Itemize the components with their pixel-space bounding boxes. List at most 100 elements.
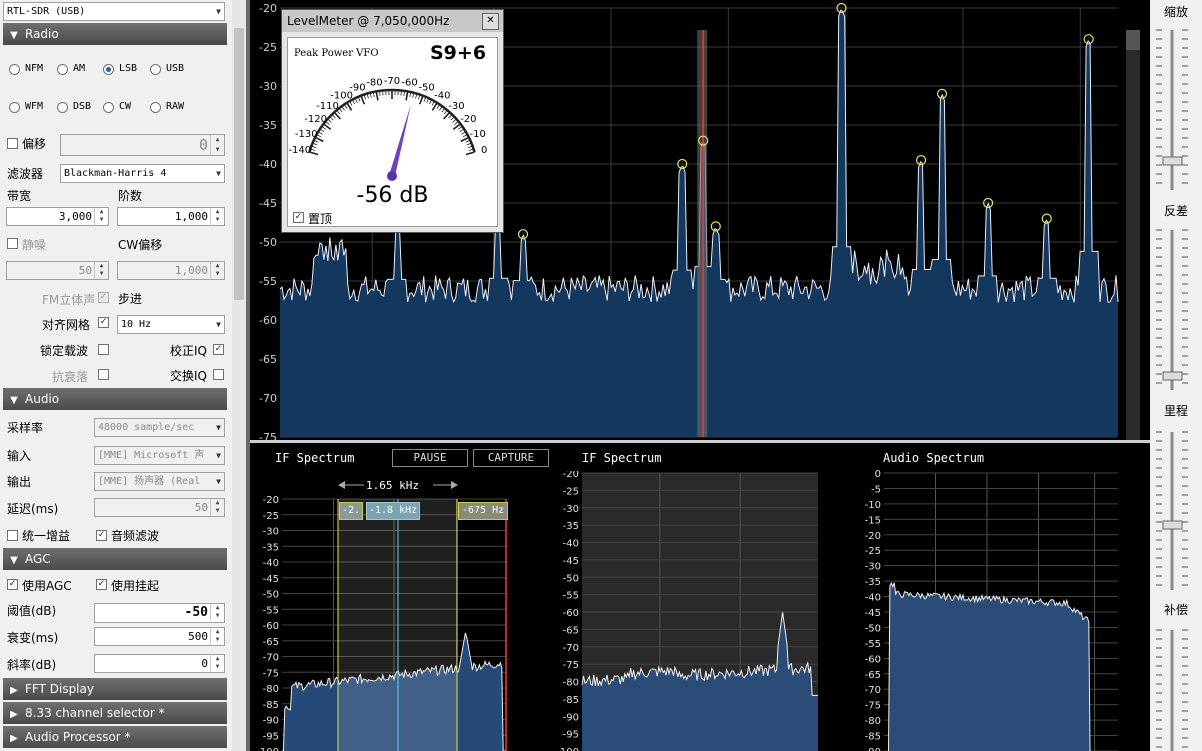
bandwidth-label: 带宽 — [7, 189, 32, 203]
squelch-label: 静噪 — [22, 238, 47, 252]
lock-carrier-checkbox[interactable] — [98, 344, 109, 355]
squelch-checkbox[interactable] — [7, 238, 18, 249]
spin-icon[interactable]: ▲ ▼ — [94, 208, 108, 225]
dial-tick — [329, 116, 334, 121]
dial-tick — [327, 118, 332, 123]
mode-raw-label: RAW — [166, 101, 185, 112]
unity-gain-checkbox[interactable] — [7, 530, 18, 541]
bandwidth-input[interactable]: 3,000 ▲ ▼ — [6, 207, 109, 226]
shift-value: 0 — [198, 136, 208, 154]
level-meter-window[interactable]: LevelMeter @ 7,050,000Hz ✕ Peak Power VF… — [281, 9, 504, 233]
spin-icon[interactable]: ▲ ▼ — [94, 262, 108, 279]
use-hang-checkbox[interactable]: ✓ — [96, 579, 107, 590]
y-tick-label: -60 — [865, 654, 881, 665]
left-control-panel: RTL-SDR (USB) ▼ ▼ Radio NFM AM LSB USB WFM… — [0, 0, 232, 751]
slope-input[interactable]: 0 ▲ ▼ — [94, 654, 225, 673]
step-select[interactable]: 10 Hz ▼ — [117, 315, 225, 334]
cw-shift-value: 1,000 — [174, 264, 208, 277]
pause-button[interactable]: PAUSE — [392, 449, 468, 467]
collapse-icon: ▼ — [10, 30, 18, 41]
squelch-input[interactable]: 50 ▲ ▼ — [6, 261, 109, 280]
correct-iq-checkbox[interactable]: ✓ — [213, 344, 224, 355]
marker-b-label[interactable]: -1.8 kHz — [366, 502, 421, 520]
lock-carrier-label: 锁定载波 — [40, 344, 89, 358]
snap-grid-checkbox[interactable]: ✓ — [98, 317, 109, 328]
samplerate-select[interactable]: 48000 sample/sec ▼ — [94, 418, 225, 437]
level-meter-titlebar[interactable]: LevelMeter @ 7,050,000Hz — [282, 10, 503, 32]
y-tick-label: -30 — [259, 80, 277, 93]
slider-tracks[interactable] — [1150, 0, 1202, 751]
dial-tick — [465, 151, 475, 156]
y-tick-label: -65 — [259, 353, 277, 366]
dial-scale-label: -120 — [304, 114, 327, 125]
section-833[interactable]: ▶ 8.33 channel selector * — [3, 702, 227, 724]
use-agc-label: 使用AGC — [22, 579, 72, 593]
mode-nfm-radio[interactable] — [9, 64, 20, 75]
decay-input[interactable]: 500 ▲ ▼ — [94, 627, 225, 646]
spin-icon[interactable]: ▲ ▼ — [210, 655, 224, 672]
dial-tick — [461, 131, 466, 135]
if-spectrum-chart-2[interactable]: -20 -25 -30 -35 -40 -45 -50 -55 -60 -65 -70 -75 -80 -… — [550, 471, 840, 751]
scrollbar-thumb[interactable] — [234, 28, 244, 300]
close-icon[interactable]: ✕ — [482, 13, 499, 30]
slope-label: 斜率(dB) — [7, 658, 57, 672]
dial-tick — [343, 104, 348, 109]
spin-icon[interactable]: ▲ ▼ — [210, 499, 224, 516]
spin-icon[interactable]: ▲ ▼ — [210, 262, 224, 279]
spin-icon[interactable]: ▲ ▼ — [210, 135, 224, 155]
mode-am-radio[interactable] — [57, 64, 68, 75]
filter-value: Blackman-Harris 4 — [64, 168, 167, 179]
anti-fading-checkbox[interactable] — [98, 369, 109, 380]
collapse-icon: ▼ — [10, 555, 18, 566]
marker-c-label[interactable]: -675 Hz — [458, 502, 509, 520]
mode-lsb-radio[interactable] — [103, 64, 114, 75]
dial-scale-label: -140 — [288, 145, 311, 156]
section-audioproc[interactable]: ▶ Audio Processor * — [3, 726, 227, 748]
y-tick-label: -40 — [259, 158, 277, 171]
input-label: 输入 — [7, 449, 32, 463]
section-fft[interactable]: ▶ FFT Display — [3, 678, 227, 700]
y-tick-label: -90 — [263, 716, 279, 727]
pin-checkbox[interactable]: ✓ — [293, 212, 304, 223]
dial-tick — [439, 106, 443, 111]
mode-cw-radio[interactable] — [103, 102, 114, 113]
filter-select[interactable]: Blackman-Harris 4 ▼ — [60, 164, 225, 183]
chevron-down-icon: ▼ — [216, 7, 221, 16]
mode-usb-radio[interactable] — [150, 64, 161, 75]
shift-checkbox[interactable] — [7, 138, 18, 149]
dial-tick — [460, 136, 470, 143]
spin-icon[interactable]: ▲ ▼ — [210, 628, 224, 645]
y-tick-label: -45 — [865, 608, 881, 619]
section-audio[interactable]: ▼ Audio — [3, 388, 227, 410]
spin-icon[interactable]: ▲ ▼ — [210, 604, 224, 621]
output-select[interactable]: [MME] 扬声器 (Real ▼ — [94, 472, 225, 491]
use-agc-checkbox[interactable]: ✓ — [7, 579, 18, 590]
capture-button[interactable]: CAPTURE — [473, 449, 549, 467]
y-tick-label: -70 — [563, 643, 579, 654]
input-select[interactable]: [MME] Microsoft 声 ▼ — [94, 446, 225, 465]
fm-stereo-checkbox[interactable]: ✓ — [98, 292, 109, 303]
fm-stereo-label: FM立体声 — [42, 293, 96, 307]
audio-filter-checkbox[interactable]: ✓ — [96, 530, 107, 541]
order-input[interactable]: 1,000 ▲ ▼ — [117, 207, 225, 226]
latency-input[interactable]: 50 ▲ ▼ — [94, 498, 225, 517]
audio-spectrum-chart[interactable]: 0 -5 -10 -15 -20 -25 -30 -35 -40 -45 -50 -55 -60 -65 -… — [850, 461, 1130, 751]
dial-tick — [400, 90, 402, 96]
cw-shift-input[interactable]: 1,000 ▲ ▼ — [117, 261, 225, 280]
shift-input[interactable]: 0 ▲ ▼ — [60, 134, 225, 156]
mode-raw-radio[interactable] — [150, 102, 161, 113]
latency-value: 50 — [194, 501, 208, 514]
mode-dsb-radio[interactable] — [57, 102, 68, 113]
mode-wfm-radio[interactable] — [9, 102, 20, 113]
dial-scale-label: -20 — [460, 114, 476, 125]
threshold-input[interactable]: -50 ▲ ▼ — [94, 603, 225, 623]
spin-icon[interactable]: ▲ ▼ — [210, 208, 224, 225]
section-agc-title: AGC — [25, 552, 51, 566]
dial-scale-label: -30 — [448, 101, 464, 112]
section-radio[interactable]: ▼ Radio — [3, 23, 227, 45]
device-select[interactable]: RTL-SDR (USB) ▼ — [3, 2, 225, 21]
panel-scrollbar[interactable]: ≡ — [232, 0, 476, 751]
section-agc[interactable]: ▼ AGC — [3, 548, 227, 570]
marker-a-label[interactable]: -2. — [339, 502, 364, 520]
swap-iq-checkbox[interactable] — [213, 369, 224, 380]
